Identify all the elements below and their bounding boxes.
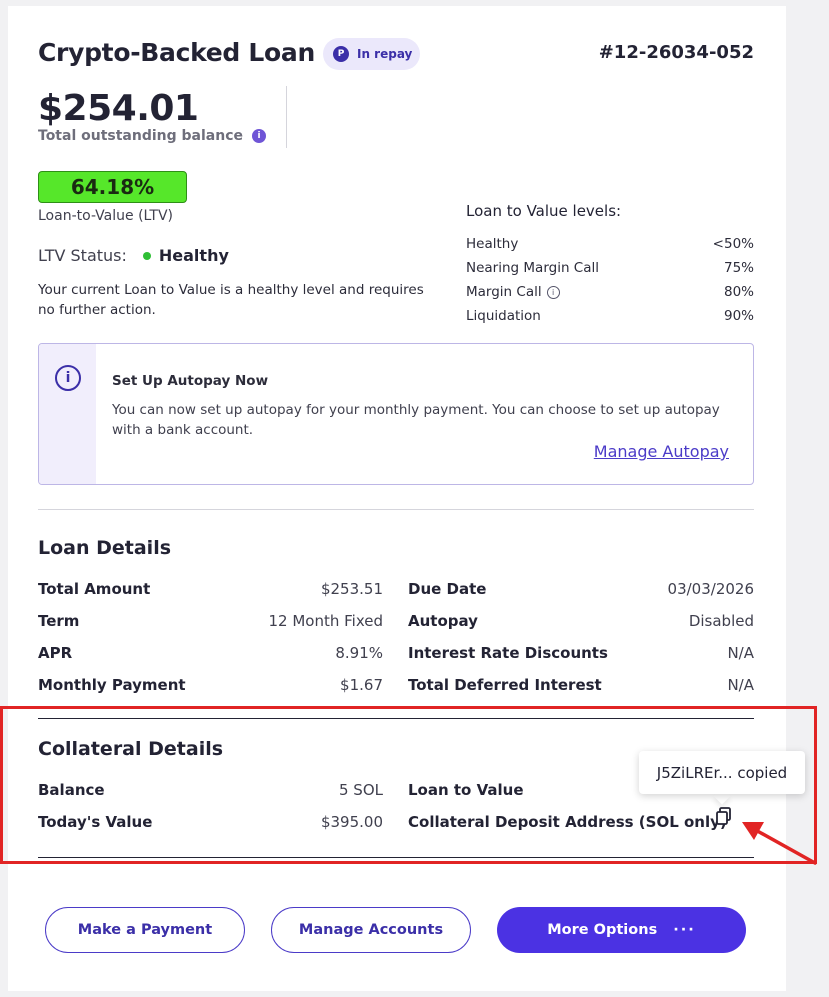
ltv-level-row: Nearing Margin Call 75% — [466, 256, 754, 280]
info-circle-icon: i — [55, 365, 81, 391]
detail-row: Total Amount $253.51 — [38, 580, 383, 612]
ltv-description: Your current Loan to Value is a healthy … — [38, 282, 424, 318]
divider — [38, 509, 754, 510]
status-badge: P In repay — [323, 38, 420, 70]
ltv-level-name: Healthy — [466, 236, 519, 252]
balance-label-text: Total outstanding balance — [38, 128, 243, 144]
ltv-level-name: Margin Call — [466, 284, 542, 300]
detail-key: Monthly Payment — [38, 676, 186, 694]
manage-accounts-button[interactable]: Manage Accounts — [271, 907, 471, 953]
detail-value: 03/03/2026 — [667, 580, 754, 598]
info-circle-icon[interactable]: i — [546, 285, 560, 299]
make-payment-button[interactable]: Make a Payment — [45, 907, 245, 953]
status-badge-label: In repay — [357, 47, 413, 61]
detail-row: Due Date 03/03/2026 — [408, 580, 754, 612]
detail-value: 8.91% — [335, 644, 383, 662]
loan-details-title: Loan Details — [38, 537, 172, 559]
autopay-title: Set Up Autopay Now — [112, 373, 269, 389]
more-options-button[interactable]: More Options ··· — [497, 907, 746, 953]
copy-icon[interactable] — [714, 806, 734, 826]
repay-icon: P — [333, 46, 349, 62]
ltv-level-name-wrap: Margin Call i — [466, 284, 560, 300]
outstanding-balance: $254.01 — [38, 88, 199, 129]
status-dot-icon — [142, 251, 151, 260]
detail-key: Term — [38, 612, 80, 630]
page-title: Crypto-Backed Loan — [38, 38, 315, 67]
detail-value: $1.67 — [340, 676, 383, 694]
detail-row: Total Deferred Interest N/A — [408, 676, 754, 708]
detail-value: N/A — [727, 676, 754, 694]
autopay-body: You can now set up autopay for your mont… — [112, 402, 720, 438]
autopay-banner: i Set Up Autopay Now You can now set up … — [38, 343, 754, 485]
loan-details-right: Due Date 03/03/2026 Autopay Disabled Int… — [408, 580, 754, 708]
detail-row: Term 12 Month Fixed — [38, 612, 383, 644]
balance-label: Total outstanding balance i — [38, 128, 266, 144]
ltv-level-value: 75% — [723, 260, 754, 276]
more-options-label: More Options — [547, 922, 658, 938]
detail-value: $253.51 — [320, 580, 383, 598]
ltv-level-row: Margin Call i 80% — [466, 280, 754, 304]
detail-value: N/A — [727, 644, 754, 662]
detail-key: Total Amount — [38, 580, 151, 598]
loan-number: #12-26034-052 — [598, 42, 754, 63]
ltv-level-row: Healthy <50% — [466, 232, 754, 256]
more-dots-icon: ··· — [673, 922, 696, 938]
detail-value: 12 Month Fixed — [268, 612, 383, 630]
ltv-status: LTV Status: Healthy — [38, 246, 229, 265]
detail-key: Interest Rate Discounts — [408, 644, 608, 662]
ltv-level-value: 80% — [723, 284, 754, 300]
ltv-levels: Loan to Value levels: Healthy <50% Neari… — [466, 202, 754, 328]
ltv-label: Loan-to-Value (LTV) — [38, 208, 173, 224]
detail-row: Autopay Disabled — [408, 612, 754, 644]
red-arrow-annotation — [742, 822, 817, 865]
detail-key: APR — [38, 644, 73, 662]
detail-row: Monthly Payment $1.67 — [38, 676, 383, 708]
loan-details-left: Total Amount $253.51 Term 12 Month Fixed… — [38, 580, 383, 708]
ltv-status-label: LTV Status: — [38, 246, 127, 265]
ltv-level-value: 90% — [723, 308, 754, 324]
detail-row: APR 8.91% — [38, 644, 383, 676]
detail-value: Disabled — [688, 612, 754, 630]
ltv-level-name: Liquidation — [466, 308, 541, 324]
ltv-value-badge: 64.18% — [38, 171, 187, 203]
ltv-level-row: Liquidation 90% — [466, 304, 754, 328]
detail-key: Due Date — [408, 580, 487, 598]
ltv-levels-title: Loan to Value levels: — [466, 202, 622, 220]
ltv-level-name: Nearing Margin Call — [466, 260, 599, 276]
copied-tooltip: J5ZiLREr... copied — [639, 751, 805, 794]
ltv-status-value: Healthy — [158, 246, 229, 265]
vertical-divider — [286, 86, 287, 148]
info-icon[interactable]: i — [252, 129, 266, 143]
ltv-level-value: <50% — [712, 236, 754, 252]
detail-key: Total Deferred Interest — [408, 676, 602, 694]
detail-key: Autopay — [408, 612, 478, 630]
detail-row: Interest Rate Discounts N/A — [408, 644, 754, 676]
manage-autopay-link[interactable]: Manage Autopay — [594, 442, 729, 461]
